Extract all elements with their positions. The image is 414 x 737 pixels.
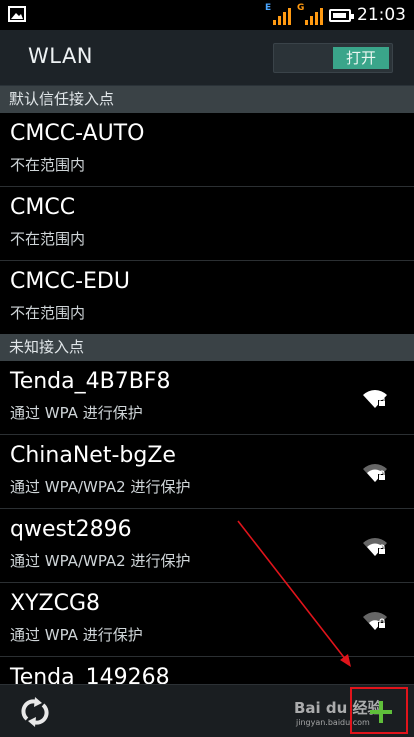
signal-type-label: E: [265, 3, 272, 13]
section-header-unknown: 未知接入点: [0, 334, 414, 361]
page-title: WLAN: [28, 44, 94, 68]
network-ssid: XYZCG8: [10, 591, 100, 616]
status-bar: E G 21:03: [0, 0, 414, 30]
network-ssid: CMCC: [10, 195, 76, 220]
network-item[interactable]: XYZCG8 通过 WPA 进行保护: [0, 583, 414, 657]
refresh-icon[interactable]: [18, 695, 52, 729]
network-ssid: CMCC-AUTO: [10, 121, 145, 146]
wifi-lock-icon: [363, 464, 387, 482]
network-status: 通过 WPA 进行保护: [10, 626, 143, 644]
clock: 21:03: [357, 5, 406, 25]
network-ssid: CMCC-EDU: [10, 269, 130, 294]
gallery-icon: [8, 6, 26, 22]
signal-icon: E: [265, 3, 291, 25]
network-status: 通过 WPA/WPA2 进行保护: [10, 552, 191, 570]
network-ssid: Tenda_4B7BF8: [10, 369, 171, 394]
wifi-lock-icon: [363, 612, 387, 630]
network-status: 不在范围内: [10, 156, 86, 174]
wifi-lock-icon: [363, 538, 387, 556]
wifi-lock-icon: [363, 390, 387, 408]
bottom-bar: Bai du 经验 jingyan.baidu.com: [0, 684, 414, 737]
network-ssid: ChinaNet-bgZe: [10, 443, 176, 468]
add-network-button[interactable]: [350, 687, 408, 734]
signal-icon: G: [297, 3, 323, 25]
network-status: 通过 WPA 进行保护: [10, 404, 143, 422]
add-icon: [370, 701, 392, 723]
network-item[interactable]: CMCC-EDU 不在范围内: [0, 261, 414, 335]
network-status: 通过 WPA/WPA2 进行保护: [10, 478, 191, 496]
wlan-toggle[interactable]: 打开: [273, 43, 393, 73]
signal-type-label: G: [297, 3, 305, 13]
network-item[interactable]: Tenda_4B7BF8 通过 WPA 进行保护: [0, 361, 414, 435]
network-ssid: qwest2896: [10, 517, 132, 542]
action-bar: WLAN 打开: [0, 30, 414, 86]
network-status: 不在范围内: [10, 230, 86, 248]
network-item[interactable]: CMCC 不在范围内: [0, 187, 414, 261]
section-header-saved: 默认信任接入点: [0, 86, 414, 113]
network-status: 不在范围内: [10, 304, 86, 322]
network-item[interactable]: ChinaNet-bgZe 通过 WPA/WPA2 进行保护: [0, 435, 414, 509]
network-item[interactable]: CMCC-AUTO 不在范围内: [0, 113, 414, 187]
battery-icon: [329, 8, 354, 22]
wlan-toggle-label: 打开: [333, 47, 389, 69]
network-item[interactable]: qwest2896 通过 WPA/WPA2 进行保护: [0, 509, 414, 583]
